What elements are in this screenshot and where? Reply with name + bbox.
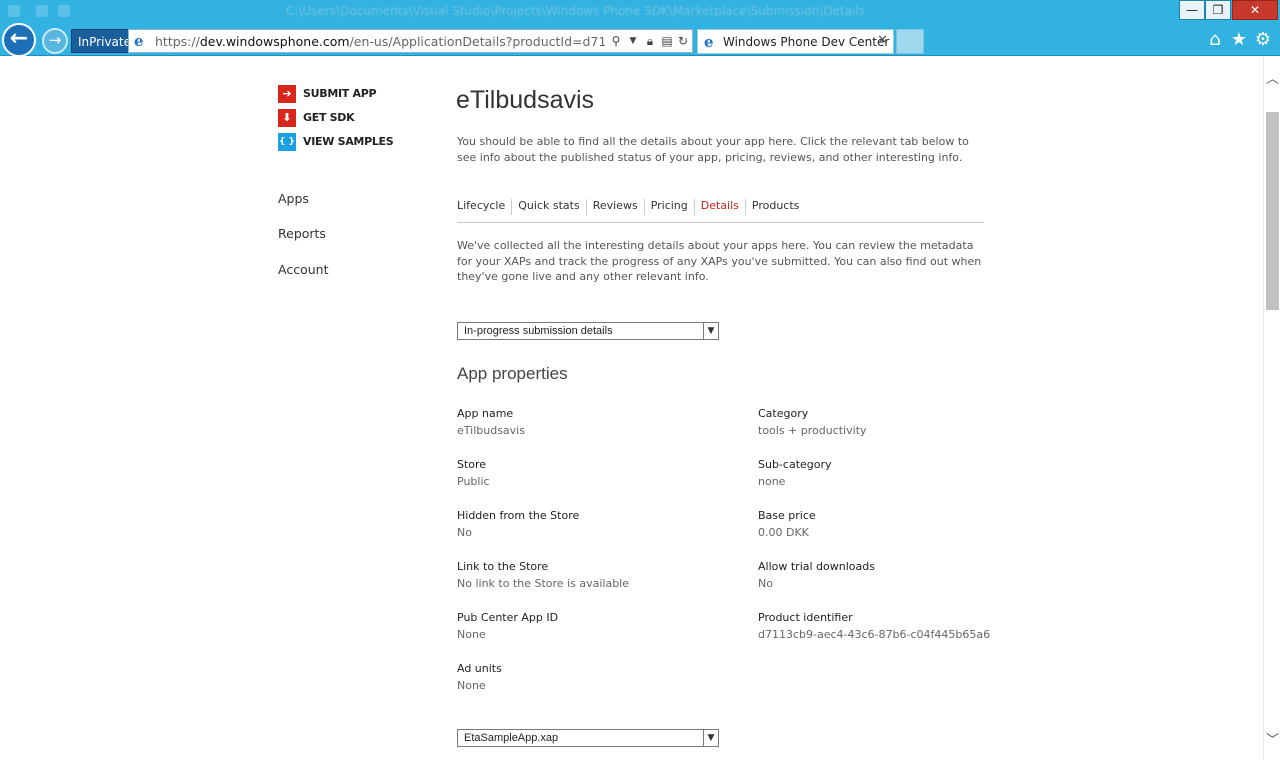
property-value: None: [457, 679, 486, 692]
property-label: Category: [758, 407, 809, 420]
url-text[interactable]: https://dev.windowsphone.com/en-us/Appli…: [155, 34, 605, 49]
property-label: App name: [457, 407, 514, 420]
page-title: eTilbudsavis: [456, 86, 595, 114]
property-label: Allow trial downloads: [758, 560, 875, 573]
submission-details-select[interactable]: In-progress submission details ▼: [457, 322, 719, 340]
browser-tab[interactable]: e Windows Phone Dev Center ✕: [697, 29, 894, 54]
property-trial-downloads: Allow trial downloads No: [758, 560, 1038, 591]
tab-products[interactable]: Products: [744, 199, 806, 215]
compat-view-icon[interactable]: ▤: [660, 34, 674, 48]
property-value: eTilbudsavis: [457, 424, 525, 437]
tab-details[interactable]: Details: [693, 199, 745, 215]
scroll-up-arrow-icon[interactable]: ︿: [1264, 68, 1280, 87]
sidebar-item-account[interactable]: Account: [278, 262, 328, 277]
sidebar-item-apps[interactable]: Apps: [278, 191, 309, 206]
property-label: Link to the Store: [457, 560, 549, 573]
property-value: 0.00 DKK: [758, 526, 809, 539]
section-heading: App properties: [457, 364, 568, 383]
property-label: Store: [457, 458, 487, 471]
select-value: EtaSampleApp.xap: [464, 732, 559, 744]
close-window-button[interactable]: ✕: [1232, 0, 1278, 20]
property-hidden: Hidden from the Store No: [457, 509, 737, 540]
scrollbar-thumb[interactable]: [1266, 112, 1279, 310]
property-value: No: [758, 577, 773, 590]
tab-pricing[interactable]: Pricing: [643, 199, 694, 215]
property-value: Public: [457, 475, 490, 488]
details-intro-text: We've collected all the interesting deta…: [457, 239, 982, 283]
property-value: None: [457, 628, 486, 641]
property-value: tools + productivity: [758, 424, 867, 437]
property-value: No: [457, 526, 472, 539]
property-value: none: [758, 475, 786, 488]
property-value: No link to the Store is available: [457, 577, 629, 590]
new-tab-button[interactable]: [896, 29, 924, 54]
arrow-left-icon: ←: [9, 26, 29, 51]
search-icon[interactable]: ⚲: [609, 34, 623, 48]
url-host: dev.windowsphone.com: [199, 34, 350, 49]
property-product-id: Product identifier d7113cb9-aec4-43c6-87…: [758, 611, 1038, 642]
tab-quick-stats[interactable]: Quick stats: [511, 199, 585, 215]
quick-access-icon[interactable]: [36, 5, 48, 17]
window-title: C:\Users\Documents\Visual Studio\Project…: [286, 4, 865, 18]
chevron-down-icon: ▼: [703, 323, 718, 339]
chevron-down-icon: ▼: [703, 730, 718, 746]
ie-logo-icon: e: [134, 32, 144, 50]
url-path: /en-us/ApplicationDetails?productId=d711…: [349, 34, 605, 49]
property-value: d7113cb9-aec4-43c6-87b6-c04f445b65a6: [758, 628, 991, 641]
url-scheme: https://: [155, 34, 200, 49]
title-bar: C:\Users\Documents\Visual Studio\Project…: [0, 0, 1280, 22]
vertical-scrollbar[interactable]: ︿ ﹀: [1263, 56, 1280, 760]
property-store-link: Link to the Store No link to the Store i…: [457, 560, 737, 591]
back-button[interactable]: ←: [2, 23, 36, 57]
property-label: Base price: [758, 509, 816, 522]
close-tab-icon[interactable]: ✕: [877, 33, 888, 48]
minimize-button[interactable]: —: [1179, 0, 1205, 20]
tab-title: Windows Phone Dev Center: [723, 35, 890, 49]
lock-icon[interactable]: 🔒︎: [643, 34, 657, 49]
sidebar-item-reports[interactable]: Reports: [278, 226, 326, 241]
property-label: Hidden from the Store: [457, 509, 580, 522]
forward-button[interactable]: →: [42, 28, 68, 54]
quick-link-label: GET SDK: [303, 111, 355, 124]
property-label: Ad units: [457, 662, 502, 675]
property-label: Product identifier: [758, 611, 853, 624]
quick-access-icon[interactable]: [8, 5, 20, 17]
restore-button[interactable]: ❐: [1205, 0, 1231, 20]
braces-icon: { }: [278, 133, 296, 151]
dropdown-arrow-icon[interactable]: ▼: [626, 36, 640, 46]
property-label: Sub-category: [758, 458, 832, 471]
ie-logo-icon: e: [704, 33, 714, 51]
quick-link-label: VIEW SAMPLES: [303, 135, 394, 148]
xap-select[interactable]: EtaSampleApp.xap ▼: [457, 729, 719, 747]
property-category: Category tools + productivity: [758, 407, 1038, 438]
quick-link-label: SUBMIT APP: [303, 87, 377, 100]
property-pubcenter-id: Pub Center App ID None: [457, 611, 737, 642]
address-bar[interactable]: e https://dev.windowsphone.com/en-us/App…: [128, 29, 693, 53]
tab-reviews[interactable]: Reviews: [585, 199, 644, 215]
property-app-name: App name eTilbudsavis: [457, 407, 737, 438]
favorites-star-icon[interactable]: ★: [1228, 29, 1250, 51]
gear-icon[interactable]: ⚙: [1252, 29, 1274, 51]
select-value: In-progress submission details: [464, 325, 613, 337]
home-icon[interactable]: ⌂: [1204, 29, 1226, 51]
app-tabs: Lifecycle Quick stats Reviews Pricing De…: [457, 199, 805, 215]
quick-access-icon[interactable]: [58, 5, 70, 17]
refresh-icon[interactable]: ↻: [676, 34, 690, 48]
tab-lifecycle[interactable]: Lifecycle: [457, 199, 511, 215]
scroll-down-arrow-icon[interactable]: ﹀: [1264, 729, 1280, 748]
property-base-price: Base price 0.00 DKK: [758, 509, 1038, 540]
property-ad-units: Ad units None: [457, 662, 737, 693]
arrow-right-icon: →: [48, 31, 62, 49]
property-label: Pub Center App ID: [457, 611, 559, 624]
browser-chrome: C:\Users\Documents\Visual Studio\Project…: [0, 0, 1280, 57]
intro-text: You should be able to find all the detai…: [457, 135, 969, 164]
tabs-divider: [457, 222, 984, 223]
download-icon: ⬇: [278, 109, 296, 127]
property-sub-category: Sub-category none: [758, 458, 1038, 489]
arrow-right-icon: ➔: [278, 85, 296, 103]
property-store: Store Public: [457, 458, 737, 489]
